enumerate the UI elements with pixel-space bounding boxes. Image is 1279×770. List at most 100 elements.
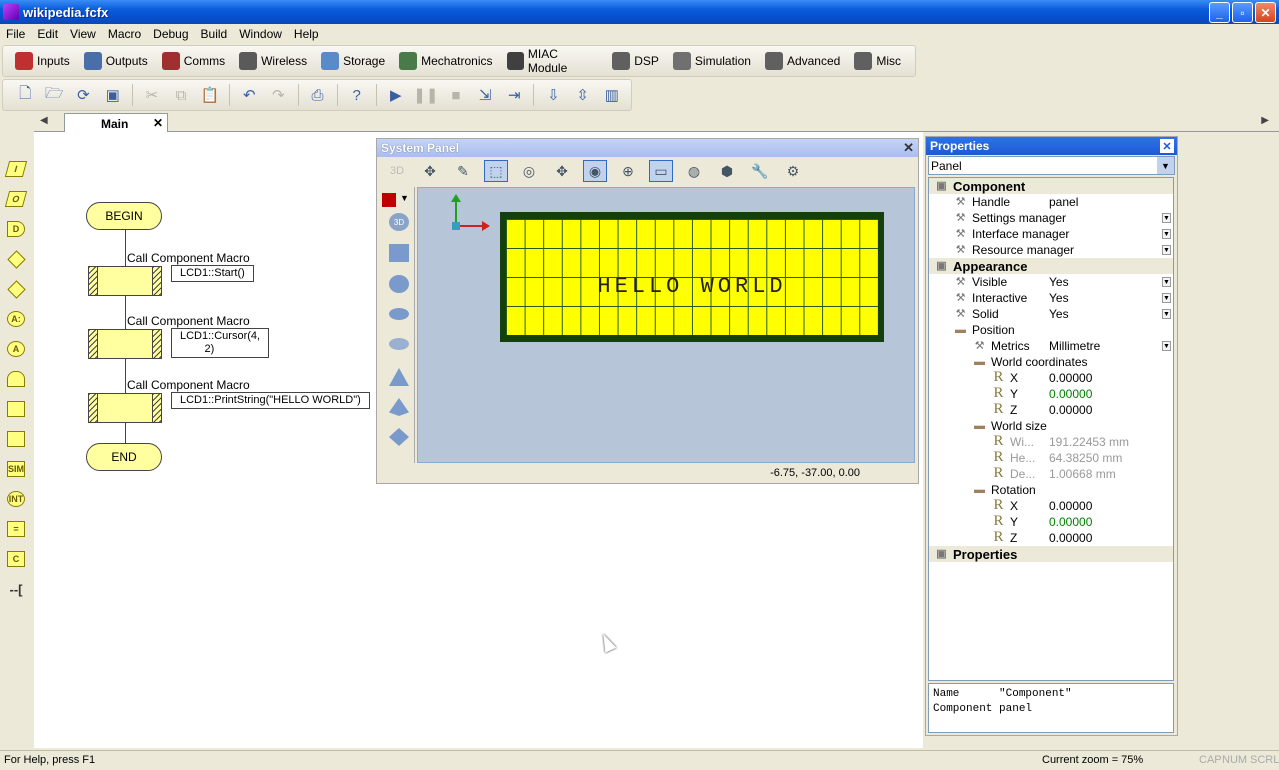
select-icon[interactable]: ⬚ [484, 160, 508, 182]
property-row[interactable]: ⚒ Interactive Yes ▼ [929, 290, 1173, 306]
property-row[interactable]: ⚒ Interface manager ▼ [929, 226, 1173, 242]
lcd-display[interactable]: HELLO WORLD [500, 212, 884, 342]
pan-icon[interactable]: ✥ [418, 160, 442, 182]
wrench-icon[interactable]: 🔧 [748, 160, 772, 182]
cube-shape-icon[interactable] [389, 244, 409, 262]
toolbar-wireless-button[interactable]: Wireless [239, 52, 307, 70]
pencil-icon[interactable]: ✎ [451, 160, 475, 182]
property-row[interactable]: R He... 64.38250 mm [929, 449, 1173, 466]
decision-icon[interactable] [5, 248, 27, 270]
menu-window[interactable]: Window [233, 27, 288, 41]
property-category[interactable]: ▣ Component [929, 178, 1173, 194]
toolbar-inputs-button[interactable]: Inputs [15, 52, 70, 70]
menu-edit[interactable]: Edit [31, 27, 64, 41]
maximize-button[interactable]: ▫ [1232, 2, 1253, 23]
component-macro-block[interactable] [88, 266, 162, 296]
toolbar-comms-button[interactable]: Comms [161, 52, 225, 70]
minimize-button[interactable]: _ [1209, 2, 1230, 23]
property-row[interactable]: R Y 0.00000 [929, 385, 1173, 402]
toolbar-mechatronics-button[interactable]: Mechatronics [399, 52, 493, 70]
tab-scroll-left-icon[interactable]: ◀ [40, 115, 48, 126]
property-row[interactable]: ⚒ Resource manager ▼ [929, 242, 1173, 258]
output-icon[interactable]: O [4, 188, 28, 210]
property-row[interactable]: R Wi... 191.22453 mm [929, 433, 1173, 450]
close-button[interactable]: ✕ [1255, 2, 1276, 23]
toolbar-storage-button[interactable]: Storage [321, 52, 385, 70]
stop-icon[interactable]: ■ [446, 84, 466, 106]
menu-macro[interactable]: Macro [102, 27, 147, 41]
toolbar-advanced-button[interactable]: Advanced [764, 52, 840, 70]
rotate-icon[interactable]: ◎ [517, 160, 541, 182]
step-over-icon[interactable]: ⇥ [504, 84, 524, 106]
loop-icon[interactable] [5, 368, 27, 390]
cube-icon[interactable]: ⬢ [715, 160, 739, 182]
disc-shape-icon[interactable] [389, 338, 409, 350]
property-row[interactable]: ▬ Rotation [929, 482, 1173, 498]
end-terminal[interactable]: END [86, 443, 162, 471]
property-row[interactable]: R Z 0.00000 [929, 529, 1173, 546]
ellipsoid-shape-icon[interactable] [389, 308, 409, 320]
tab-close-icon[interactable]: ✕ [153, 116, 163, 130]
property-row[interactable]: R X 0.00000 [929, 369, 1173, 386]
simulation-icon[interactable]: SIM [5, 458, 27, 480]
view-3d-icon[interactable]: 3D [389, 213, 409, 231]
chevron-down-icon[interactable]: ▼ [1162, 293, 1171, 303]
macro-icon[interactable] [5, 398, 27, 420]
redo-icon[interactable]: ↷ [268, 84, 288, 106]
property-row[interactable]: R De... 1.00668 mm [929, 465, 1173, 482]
step-into-icon[interactable]: ⇲ [475, 84, 495, 106]
comment-icon[interactable]: --[ [5, 578, 27, 600]
tab-main[interactable]: Main ✕ [64, 113, 168, 133]
pause-icon[interactable]: ❚❚ [413, 84, 438, 106]
chip-icon[interactable]: ▥ [602, 84, 622, 106]
move-view-icon[interactable]: ✥ [550, 160, 574, 182]
pyramid-shape-icon[interactable] [389, 398, 409, 416]
chevron-down-icon[interactable]: ▼ [1162, 341, 1171, 351]
property-row[interactable]: ⚒ Metrics Millimetre ▼ [929, 338, 1173, 354]
chevron-down-icon[interactable]: ▼ [1162, 229, 1171, 239]
zoom-icon[interactable]: ⊕ [616, 160, 640, 182]
menu-view[interactable]: View [64, 27, 102, 41]
paste-icon[interactable]: 📋 [200, 84, 220, 106]
chevron-down-icon[interactable]: ▼ [1157, 157, 1174, 174]
download-icon[interactable]: ⇩ [543, 84, 563, 106]
switch-icon[interactable] [5, 278, 27, 300]
input-icon[interactable]: I [4, 158, 28, 180]
compile-icon[interactable]: ⇳ [573, 84, 593, 106]
property-category[interactable]: ▣ Appearance [929, 258, 1173, 274]
cone-shape-icon[interactable] [389, 368, 409, 386]
menu-build[interactable]: Build [195, 27, 234, 41]
print-icon[interactable]: ⎙ [307, 84, 327, 106]
diamond-shape-icon[interactable] [389, 428, 409, 446]
toolbar-dsp-button[interactable]: DSP [612, 52, 659, 70]
copy-icon[interactable]: ⧉ [171, 84, 191, 106]
property-row[interactable]: ⚒ Solid Yes ▼ [929, 306, 1173, 322]
property-row[interactable]: R Y 0.00000 [929, 513, 1173, 530]
chevron-down-icon[interactable]: ▼ [1162, 213, 1171, 223]
orbit-icon[interactable]: ◉ [583, 160, 607, 182]
property-row[interactable]: ▬ World size [929, 418, 1173, 434]
toolbar-outputs-button[interactable]: Outputs [83, 52, 148, 70]
component-macro-block[interactable] [88, 329, 162, 359]
toolbar-miac-module-button[interactable]: MIAC Module [506, 47, 599, 75]
object-selector[interactable]: Panel ▼ [928, 156, 1175, 175]
chevron-down-icon[interactable]: ▼ [1162, 245, 1171, 255]
toolbar-simulation-button[interactable]: Simulation [672, 52, 751, 70]
sphere-shape-icon[interactable] [389, 275, 409, 293]
color-swatch[interactable] [382, 193, 396, 207]
run-icon[interactable]: ▶ [386, 84, 406, 106]
system-panel-close-icon[interactable]: ✕ [903, 140, 914, 156]
panel-view-icon[interactable]: ▭ [649, 160, 673, 182]
property-row[interactable]: ⚒ Handle panel [929, 194, 1173, 210]
sphere-icon[interactable]: ◍ [682, 160, 706, 182]
property-category[interactable]: ▣ Properties [929, 546, 1173, 562]
menu-help[interactable]: Help [288, 27, 325, 41]
system-panel-viewport[interactable]: HELLO WORLD [417, 187, 915, 463]
menu-debug[interactable]: Debug [147, 27, 194, 41]
tools-icon[interactable]: ⚙ [781, 160, 805, 182]
open-folder-icon[interactable]: 🗁 [44, 84, 64, 106]
refresh-icon[interactable]: ⟳ [73, 84, 93, 106]
property-row[interactable]: R Z 0.00000 [929, 401, 1173, 418]
component-macro-block[interactable] [88, 393, 162, 423]
calculation-icon[interactable]: = [5, 518, 27, 540]
